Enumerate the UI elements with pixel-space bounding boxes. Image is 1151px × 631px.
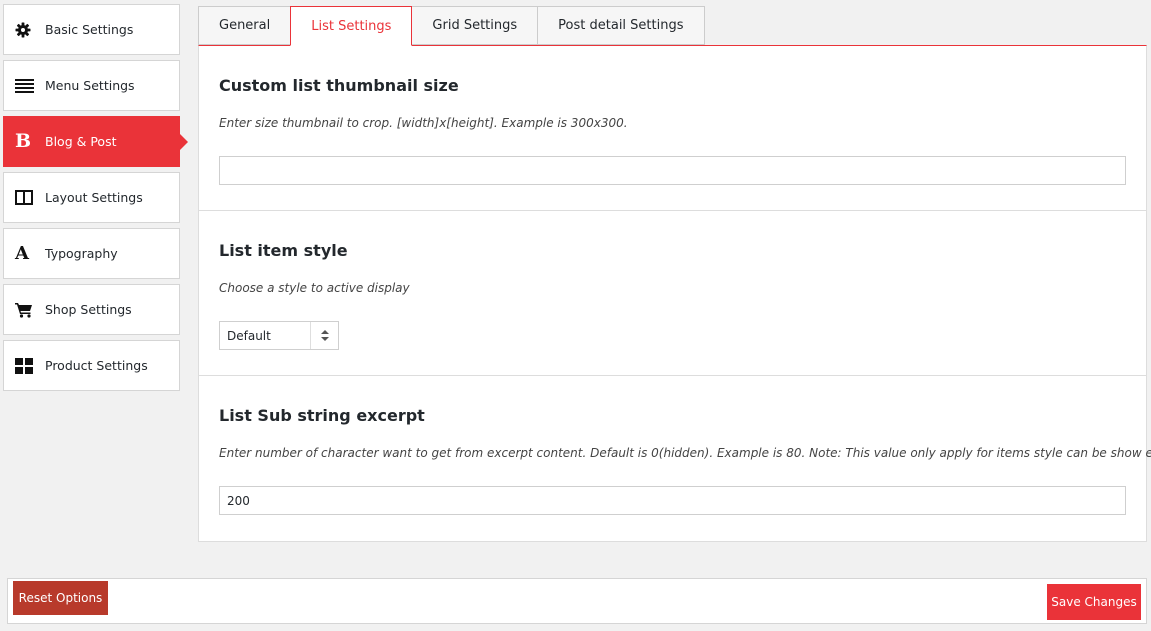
select-value: Default xyxy=(227,328,271,343)
list-item-style-select[interactable]: Default xyxy=(219,321,339,350)
excerpt-section: List Sub string excerpt Enter number of … xyxy=(199,376,1151,541)
section-title: List item style xyxy=(219,241,348,260)
reset-options-button[interactable]: Reset Options xyxy=(13,581,108,615)
menu-lines-icon xyxy=(15,76,37,96)
tab-post-detail-settings[interactable]: Post detail Settings xyxy=(537,6,705,45)
sidebar-item-product-settings[interactable]: Product Settings xyxy=(3,340,180,391)
sidebar-item-label: Menu Settings xyxy=(45,78,135,93)
grid-icon xyxy=(15,356,37,376)
list-item-style-section: List item style Choose a style to active… xyxy=(199,211,1146,376)
section-description: Choose a style to active display xyxy=(219,281,410,295)
letter-a-icon: A xyxy=(15,242,29,264)
columns-icon xyxy=(15,188,37,208)
section-title: List Sub string excerpt xyxy=(219,406,425,425)
sidebar-item-label: Layout Settings xyxy=(45,190,143,205)
sidebar-item-blog-post[interactable]: B Blog & Post xyxy=(3,116,188,167)
sidebar-item-label: Typography xyxy=(45,246,118,261)
settings-sidebar: Basic Settings Menu Settings B Blog & Po… xyxy=(3,4,188,396)
actions-footer: Reset Options Save Changes xyxy=(7,578,1147,624)
sidebar-item-layout-settings[interactable]: Layout Settings xyxy=(3,172,180,223)
sidebar-item-label: Blog & Post xyxy=(45,134,117,149)
excerpt-length-input[interactable] xyxy=(219,486,1126,515)
thumbnail-size-section: Custom list thumbnail size Enter size th… xyxy=(199,46,1146,211)
sidebar-item-menu-settings[interactable]: Menu Settings xyxy=(3,60,180,111)
tab-general[interactable]: General xyxy=(198,6,292,45)
sidebar-item-label: Basic Settings xyxy=(45,22,134,37)
sidebar-item-label: Product Settings xyxy=(45,358,148,373)
settings-tabs: General List Settings Grid Settings Post… xyxy=(198,6,705,46)
save-changes-button[interactable]: Save Changes xyxy=(1047,584,1141,620)
tab-list-settings[interactable]: List Settings xyxy=(290,6,413,46)
sidebar-item-label: Shop Settings xyxy=(45,302,132,317)
sidebar-item-shop-settings[interactable]: Shop Settings xyxy=(3,284,180,335)
section-description: Enter number of character want to get fr… xyxy=(219,446,1151,460)
section-description: Enter size thumbnail to crop. [width]x[h… xyxy=(219,116,628,130)
updown-arrow-icon xyxy=(310,322,338,349)
settings-panel: Custom list thumbnail size Enter size th… xyxy=(198,45,1151,542)
gear-icon xyxy=(15,20,37,40)
sidebar-item-basic-settings[interactable]: Basic Settings xyxy=(3,4,180,55)
tab-grid-settings[interactable]: Grid Settings xyxy=(411,6,539,45)
sidebar-item-typography[interactable]: A Typography xyxy=(3,228,180,279)
section-title: Custom list thumbnail size xyxy=(219,76,459,95)
thumbnail-size-input[interactable] xyxy=(219,156,1126,185)
letter-b-icon: B xyxy=(15,130,32,152)
cart-icon xyxy=(15,300,37,320)
